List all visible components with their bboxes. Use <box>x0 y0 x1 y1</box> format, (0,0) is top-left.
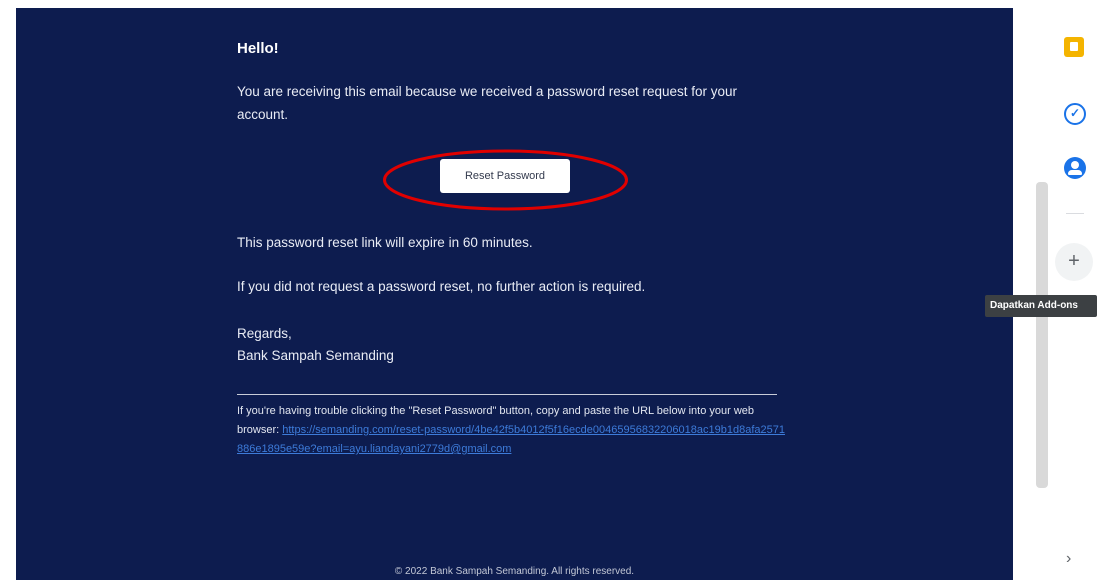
signature: Regards, Bank Sampah Semanding <box>237 323 394 367</box>
reset-link[interactable]: https://semanding.com/reset-password/4be… <box>237 424 785 455</box>
top-strip <box>0 0 1013 8</box>
divider <box>237 394 777 395</box>
addons-tooltip: Dapatkan Add-ons <box>985 295 1097 317</box>
side-panel-divider <box>1066 213 1084 214</box>
left-margin <box>0 0 16 580</box>
subcopy: If you're having trouble clicking the "R… <box>237 402 785 459</box>
get-addons-button[interactable]: + <box>1055 243 1093 281</box>
email-body: Hello! You are receiving this email beca… <box>16 8 1013 580</box>
reset-password-button[interactable]: Reset Password <box>440 159 570 193</box>
reset-button-area: Reset Password <box>382 148 629 212</box>
expire-note: This password reset link will expire in … <box>237 235 533 250</box>
scrollbar-thumb[interactable] <box>1036 182 1048 488</box>
sender-name: Bank Sampah Semanding <box>237 348 394 363</box>
no-action-note: If you did not request a password reset,… <box>237 279 646 294</box>
email-greeting: Hello! <box>237 40 279 57</box>
regards-text: Regards, <box>237 326 292 341</box>
contacts-icon[interactable] <box>1064 157 1086 179</box>
email-footer: © 2022 Bank Sampah Semanding. All rights… <box>394 566 635 577</box>
keep-icon[interactable] <box>1064 37 1084 57</box>
tasks-icon[interactable]: ✓ <box>1064 103 1086 125</box>
chevron-right-icon[interactable]: › <box>1066 550 1071 568</box>
side-panel <box>1013 0 1097 580</box>
scrollbar[interactable] <box>1036 182 1048 488</box>
email-intro: You are receiving this email because we … <box>237 84 738 122</box>
